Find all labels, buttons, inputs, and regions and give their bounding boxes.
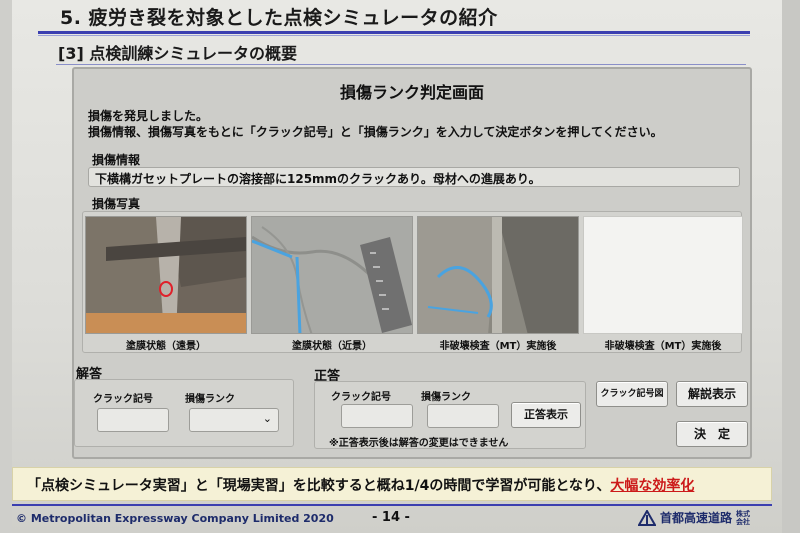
- right-margin: [782, 0, 800, 533]
- photo-close-image: [252, 217, 412, 333]
- company-name: 首都高速道路: [660, 511, 733, 525]
- summary-highlight: 大幅な効率化: [610, 478, 695, 494]
- correct-crack-label: クラック記号: [331, 392, 391, 403]
- correct-rank-field: [427, 404, 499, 428]
- company-suffix: 株式 会社: [736, 509, 751, 526]
- chevron-down-icon: ⌄: [262, 412, 272, 425]
- company-logo-icon: [638, 509, 656, 526]
- summary-prefix: 「点検シミュレータ実習」と「現場実習」を比較すると概ね1/4の時間で学習が可能と…: [27, 478, 611, 494]
- title-rule: [38, 31, 750, 34]
- left-margin: [0, 0, 12, 533]
- intro-text-2: 損傷情報、損傷写真をもとに「クラック記号」と「損傷ランク」を入力して決定ボタンを…: [88, 125, 663, 139]
- correct-panel: クラック記号 損傷ランク 正答表示 ※正答表示後は解答の変更はできません: [314, 381, 586, 449]
- damage-info-box: 下横構ガセットプレートの溶接部に125mmのクラックあり。母材への進展あり。: [88, 167, 740, 187]
- answer-panel: クラック記号 損傷ランク ⌄: [74, 379, 294, 447]
- photo-caption-1: 塗膜状態（遠景）: [126, 341, 206, 352]
- simulator-window: 損傷ランク判定画面 損傷を発見しました。 損傷情報、損傷写真をもとに「クラック記…: [72, 67, 752, 459]
- show-answer-button[interactable]: 正答表示: [511, 402, 581, 428]
- photo-caption-3: 非破壊検査（MT）実施後: [439, 341, 557, 352]
- slide: 5. 疲労き裂を対象とした点検シミュレータの紹介 [3] 点検訓練シミュレータの…: [0, 0, 800, 533]
- damage-photo-label: 損傷写真: [92, 197, 141, 211]
- answer-crack-input[interactable]: [97, 408, 169, 432]
- decide-button[interactable]: 決 定: [676, 421, 748, 447]
- section-rule: [56, 64, 746, 65]
- intro-text-1: 損傷を発見しました。: [88, 109, 209, 123]
- photo-close[interactable]: [251, 216, 413, 334]
- photo-caption-2: 塗膜状態（近景）: [292, 341, 372, 352]
- explanation-button[interactable]: 解説表示: [676, 381, 748, 407]
- photo-distant-image: [86, 217, 246, 333]
- photo-panel: 塗膜状態（遠景） 塗膜状態（近景） 非破壊検査（MT）実施後 非破壊検査（MT）…: [82, 211, 743, 353]
- correct-rank-label: 損傷ランク: [421, 392, 471, 403]
- photo-mt-2[interactable]: [583, 216, 743, 334]
- photo-mt-1-image: [418, 217, 578, 333]
- section-title: [3] 点検訓練シミュレータの概要: [58, 44, 298, 63]
- copyright: © Metropolitan Expressway Company Limite…: [16, 512, 334, 525]
- slide-title: 5. 疲労き裂を対象とした点検シミュレータの紹介: [60, 7, 498, 29]
- photo-caption-4: 非破壊検査（MT）実施後: [604, 341, 722, 352]
- company-logo: 首都高速道路 株式 会社: [638, 509, 750, 526]
- summary-band: 「点検シミュレータ実習」と「現場実習」を比較すると概ね1/4の時間で学習が可能と…: [12, 467, 772, 501]
- photo-mt-2-image: [584, 217, 742, 333]
- correct-note: ※正答表示後は解答の変更はできません: [329, 438, 509, 449]
- answer-rank-select[interactable]: ⌄: [189, 408, 279, 432]
- photo-distant[interactable]: [85, 216, 247, 334]
- summary-text: 「点検シミュレータ実習」と「現場実習」を比較すると概ね1/4の時間で学習が可能と…: [27, 475, 694, 495]
- crack-diagram-button[interactable]: クラック記号図: [596, 381, 668, 407]
- footer-rule: [12, 504, 772, 506]
- answer-rank-label: 損傷ランク: [185, 394, 235, 405]
- damage-info-label: 損傷情報: [92, 153, 141, 167]
- page-number: - 14 -: [372, 510, 410, 525]
- photo-mt-1[interactable]: [417, 216, 579, 334]
- answer-crack-label: クラック記号: [93, 394, 153, 405]
- correct-crack-field: [341, 404, 413, 428]
- screen-title: 損傷ランク判定画面: [339, 83, 484, 102]
- title-rule-thin: [38, 35, 750, 36]
